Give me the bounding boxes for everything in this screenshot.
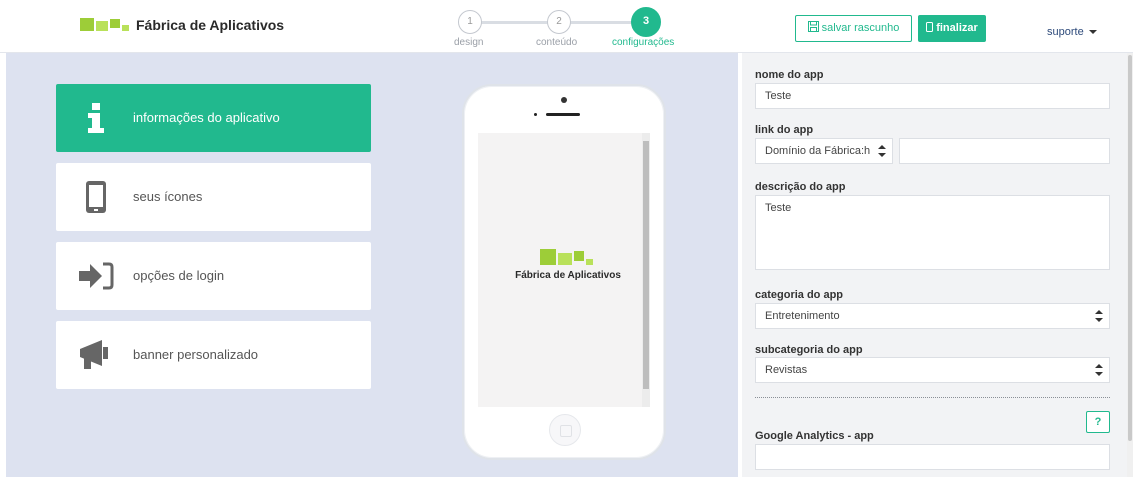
preview-logo-text: Fábrica de Aplicativos xyxy=(515,270,621,281)
step-content-label[interactable]: conteúdo xyxy=(536,37,577,48)
finish-label: finalizar xyxy=(936,22,978,34)
menu-item-label: informações do aplicativo xyxy=(133,110,280,125)
user-name: suporte xyxy=(1047,26,1084,38)
section-divider xyxy=(755,397,1110,398)
progress-steps: 1 2 3 design conteúdo configurações xyxy=(452,7,692,50)
app-link-path-input[interactable] xyxy=(899,138,1110,164)
caret-down-icon xyxy=(1088,30,1097,35)
step-connector xyxy=(478,21,548,24)
mobile-icon xyxy=(926,22,934,32)
info-icon xyxy=(88,103,104,133)
page-scrollbar-thumb[interactable] xyxy=(1128,55,1132,441)
app-subcategory-value: Revistas xyxy=(765,364,808,376)
menu-item-your-icons[interactable]: seus ícones xyxy=(56,163,371,231)
app-category-value: Entretenimento xyxy=(765,310,840,322)
app-description-textarea[interactable]: Teste xyxy=(755,195,1110,270)
logo-mark-icon xyxy=(80,17,130,33)
select-arrows-icon xyxy=(1095,310,1103,322)
step-settings[interactable]: 3 xyxy=(631,7,661,37)
phone-icon xyxy=(86,181,106,213)
phone-preview: Fábrica de Aplicativos xyxy=(462,84,666,460)
phone-home-button xyxy=(549,414,581,446)
megaphone-icon xyxy=(80,340,108,369)
preview-scrollbar-thumb[interactable] xyxy=(643,141,649,389)
sign-in-icon xyxy=(79,262,114,290)
app-category-label: categoria do app xyxy=(755,289,844,301)
preview-logo: Fábrica de Aplicativos xyxy=(508,249,628,281)
step-design[interactable]: 1 xyxy=(458,10,482,34)
app-subcategory-select[interactable]: Revistas xyxy=(755,357,1110,383)
finish-button[interactable]: finalizar xyxy=(918,15,986,42)
preview-scrollbar[interactable] xyxy=(642,133,650,407)
menu-item-label: opções de login xyxy=(133,268,225,283)
save-draft-button[interactable]: salvar rascunho xyxy=(795,15,912,42)
select-arrows-icon xyxy=(1095,364,1103,376)
phone-speaker xyxy=(546,113,580,116)
phone-sensor xyxy=(534,113,537,116)
step-design-label[interactable]: design xyxy=(454,37,483,48)
help-button[interactable]: ? xyxy=(1086,411,1110,433)
left-workspace: informações do aplicativo seus ícones op… xyxy=(6,53,738,477)
app-name-input[interactable]: Teste xyxy=(755,83,1110,109)
menu-item-label: banner personalizado xyxy=(133,347,259,362)
google-analytics-input[interactable] xyxy=(755,444,1110,470)
logo-mark-icon xyxy=(540,249,596,267)
app-description-label: descrição do app xyxy=(755,181,846,193)
menu-item-label: seus ícones xyxy=(133,189,203,204)
user-menu[interactable]: suporte xyxy=(1047,26,1097,38)
save-icon xyxy=(807,21,819,32)
app-logo[interactable]: Fábrica de Aplicativos xyxy=(80,17,284,33)
menu-item-login-options[interactable]: opções de login xyxy=(56,242,371,310)
app-link-domain-value: Domínio da Fábrica:h xyxy=(765,145,871,157)
app-category-select[interactable]: Entretenimento xyxy=(755,303,1110,329)
phone-camera xyxy=(561,97,567,103)
app-name-label: nome do app xyxy=(755,69,824,81)
menu-item-custom-banner[interactable]: banner personalizado xyxy=(56,321,371,389)
google-analytics-label: Google Analytics - app xyxy=(755,430,874,442)
save-draft-label: salvar rascunho xyxy=(821,22,900,34)
step-settings-label[interactable]: configurações xyxy=(612,37,674,48)
app-link-domain-select[interactable]: Domínio da Fábrica:h xyxy=(755,138,893,164)
app-subcategory-label: subcategoria do app xyxy=(755,344,863,356)
top-bar: Fábrica de Aplicativos 1 2 3 design cont… xyxy=(0,0,1133,53)
phone-screen: Fábrica de Aplicativos xyxy=(478,133,650,407)
app-link-label: link do app xyxy=(755,124,814,136)
menu-item-app-info[interactable]: informações do aplicativo xyxy=(56,84,371,152)
step-connector xyxy=(568,21,640,24)
logo-text: Fábrica de Aplicativos xyxy=(136,17,285,33)
select-arrows-icon xyxy=(878,145,886,157)
step-content[interactable]: 2 xyxy=(547,10,571,34)
